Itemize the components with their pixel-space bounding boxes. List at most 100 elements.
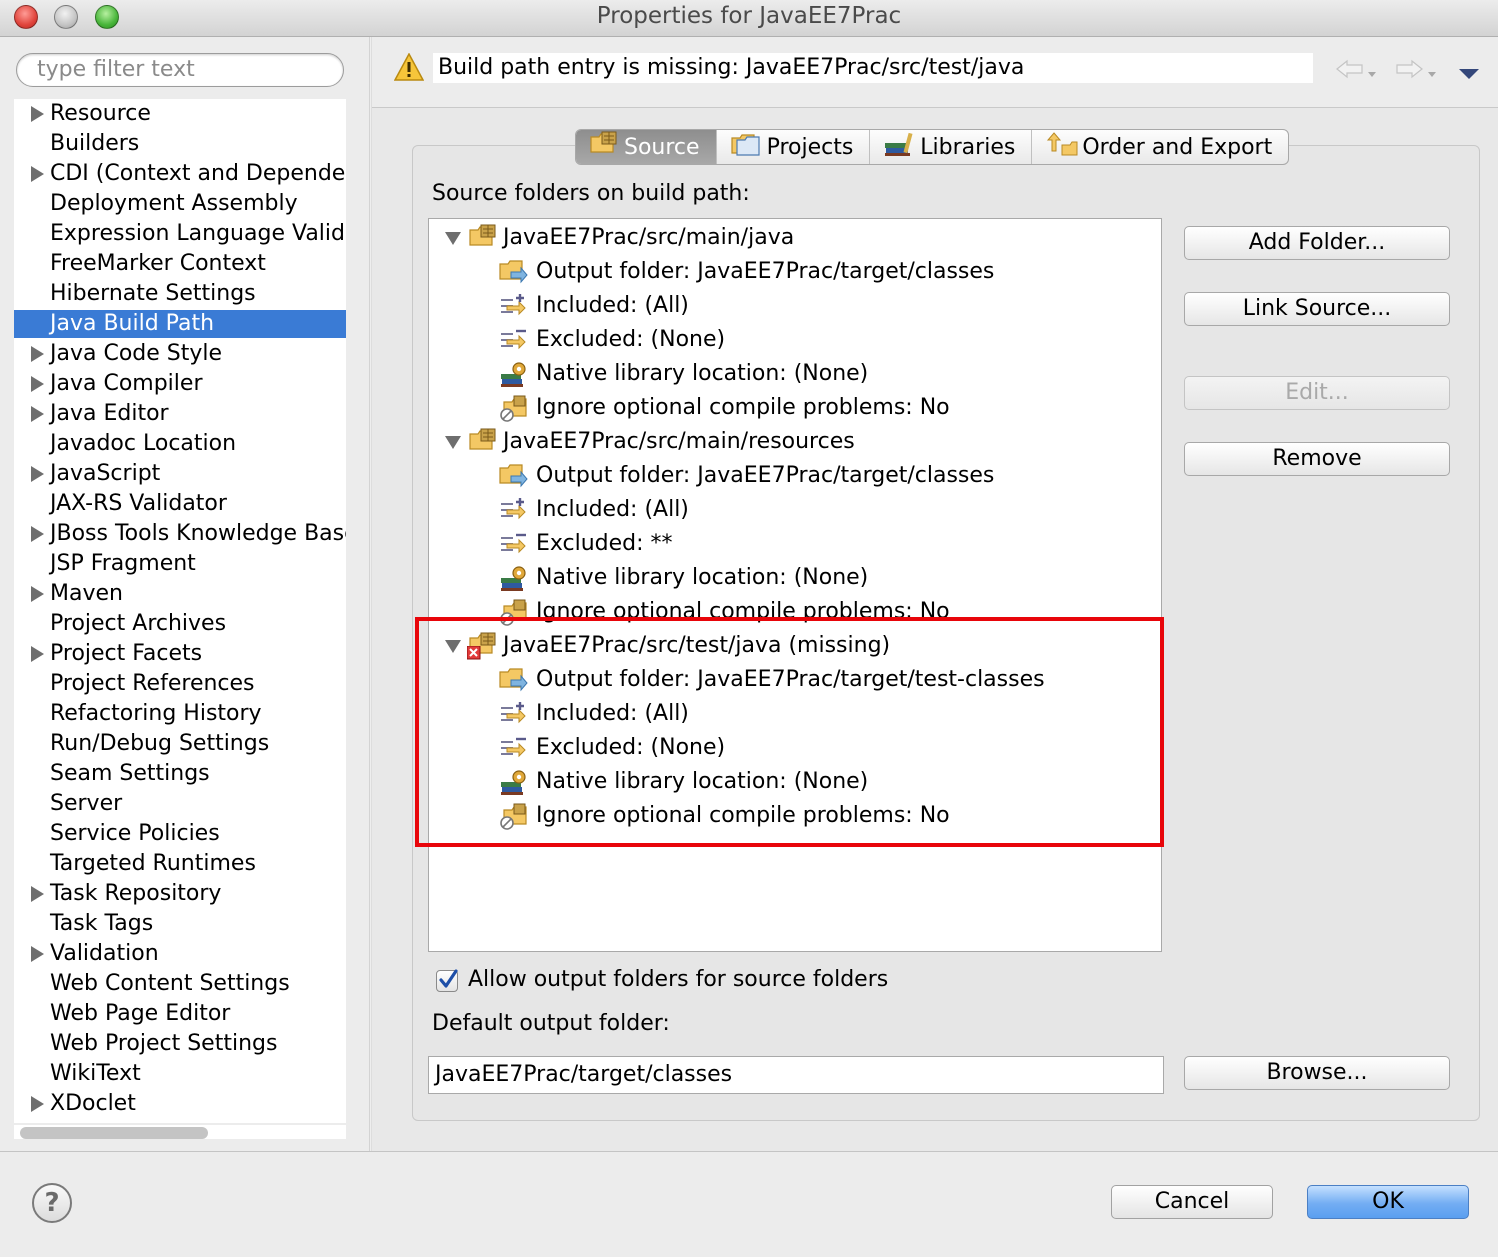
help-icon[interactable]: ? [32,1183,72,1223]
nav-item[interactable]: JAX-RS Validator [14,490,346,518]
filter-input[interactable]: type filter text [16,53,344,87]
nav-item[interactable]: Service Policies [14,820,346,848]
tab-order-and-export[interactable]: Order and Export [1032,130,1288,164]
nav-item[interactable]: Resource [14,100,346,128]
allow-output-checkbox[interactable] [436,969,458,992]
nav-item[interactable]: XDoclet [14,1090,346,1118]
nav-item[interactable]: Web Project Settings [14,1030,346,1058]
nav-item[interactable]: Project Facets [14,640,346,668]
nav-item[interactable]: JSP Fragment [14,550,346,578]
nav-item[interactable]: Run/Debug Settings [14,730,346,758]
tab-libraries[interactable]: Libraries [870,130,1033,164]
nav-item-label: Java Compiler [50,371,203,396]
tab-source[interactable]: Source [576,130,717,164]
expand-arrow-icon[interactable] [31,166,44,182]
default-output-field[interactable]: JavaEE7Prac/target/classes [428,1056,1164,1094]
nav-item[interactable]: Project Archives [14,610,346,638]
nav-item[interactable]: Expression Language Valida [14,220,346,248]
expand-arrow-icon[interactable] [31,886,44,902]
source-folder-name: JavaEE7Prac/src/main/resources [503,429,855,454]
tab-label: Order and Export [1082,134,1273,160]
nav-item-label: JBoss Tools Knowledge Base [50,521,346,546]
nav-item[interactable]: FreeMarker Context [14,250,346,278]
collapse-arrow-icon[interactable] [445,232,461,245]
nav-item[interactable]: Javadoc Location [14,430,346,458]
forward-arrow-icon[interactable] [1394,59,1438,85]
source-attribute-text: Included: (All) [536,497,689,522]
nav-item[interactable]: Validation [14,940,346,968]
nav-item-label: Project Facets [50,641,203,666]
nav-item[interactable]: CDI (Context and Dependen [14,160,346,188]
nav-item[interactable]: Seam Settings [14,760,346,788]
tab-projects[interactable]: Projects [717,130,871,164]
edit-button[interactable]: Edit... [1184,376,1450,410]
nav-item-label: Service Policies [50,821,220,846]
output-folder-icon [499,258,529,290]
nav-item[interactable]: Java Build Path [14,310,346,338]
nav-item-label: Hibernate Settings [50,281,256,306]
nav-item[interactable]: Java Editor [14,400,346,428]
nav-item[interactable]: Web Page Editor [14,1000,346,1028]
browse-button[interactable]: Browse... [1184,1056,1450,1090]
nav-item[interactable]: Java Code Style [14,340,346,368]
add-folder-button[interactable]: Add Folder... [1184,226,1450,260]
included-icon [499,292,529,326]
excluded-icon [499,530,529,564]
view-menu-icon[interactable] [1458,67,1480,81]
expand-arrow-icon[interactable] [31,586,44,602]
expand-arrow-icon[interactable] [31,406,44,422]
nav-item[interactable]: Builders [14,130,346,158]
nav-item-label: XDoclet [50,1091,136,1116]
nav-item[interactable]: Project References [14,670,346,698]
nav-item[interactable]: Targeted Runtimes [14,850,346,878]
build-path-tabs: Source Projects Libraries Order and Export [575,129,1290,165]
property-page-tree: Resource Builders CDI (Context and Depende… [14,99,346,1123]
expand-arrow-icon[interactable] [31,376,44,392]
expand-arrow-icon[interactable] [31,466,44,482]
nav-item[interactable]: JBoss Tools Knowledge Base [14,520,346,548]
nav-item-label: Java Build Path [50,311,215,336]
nav-item-label: FreeMarker Context [50,251,266,276]
nav-item-label: Targeted Runtimes [50,851,256,876]
nav-item-label: Web Project Settings [50,1031,278,1056]
expand-arrow-icon[interactable] [31,346,44,362]
tree-horizontal-scrollbar[interactable] [14,1125,346,1139]
nav-item[interactable]: Task Tags [14,910,346,938]
source-attribute-text: Output folder: JavaEE7Prac/target/classe… [536,259,995,284]
nav-item-label: Task Tags [50,911,154,936]
expand-arrow-icon[interactable] [31,526,44,542]
nav-item[interactable]: Task Repository [14,880,346,908]
expand-arrow-icon[interactable] [31,646,44,662]
nav-item[interactable]: Web Content Settings [14,970,346,998]
nav-item-label: Expression Language Valida [50,221,346,246]
nav-item-label: Builders [50,131,140,156]
left-pane: type filter text Resource Builders CDI (Co… [0,37,369,1151]
nav-item[interactable]: JavaScript [14,460,346,488]
cancel-button[interactable]: Cancel [1111,1185,1273,1219]
collapse-arrow-icon[interactable] [445,436,461,449]
nav-item[interactable]: Maven [14,580,346,608]
remove-button[interactable]: Remove [1184,442,1450,476]
link-source-button[interactable]: Link Source... [1184,292,1450,326]
scrollbar-thumb[interactable] [20,1127,208,1139]
checkmark-icon [439,969,458,988]
nav-item[interactable]: Hibernate Settings [14,280,346,308]
back-arrow-icon[interactable] [1334,59,1378,85]
nav-item-label: JSP Fragment [50,551,196,576]
nav-item-label: Run/Debug Settings [50,731,270,756]
ok-button[interactable]: OK [1307,1185,1469,1219]
source-folder-name: JavaEE7Prac/src/main/java [503,225,795,250]
nav-item[interactable]: Refactoring History [14,700,346,728]
nav-item[interactable]: Deployment Assembly [14,190,346,218]
expand-arrow-icon[interactable] [31,1096,44,1112]
nav-item-label: Deployment Assembly [50,191,298,216]
nav-item[interactable]: Java Compiler [14,370,346,398]
nav-item[interactable]: WikiText [14,1060,346,1088]
nav-item[interactable]: Server [14,790,346,818]
source-folder-icon [590,131,620,163]
dialog-button-bar: ? Cancel OK [0,1151,1498,1257]
libraries-icon [884,131,916,163]
source-attribute-text: Output folder: JavaEE7Prac/target/classe… [536,463,995,488]
expand-arrow-icon[interactable] [31,946,44,962]
expand-arrow-icon[interactable] [31,106,44,122]
